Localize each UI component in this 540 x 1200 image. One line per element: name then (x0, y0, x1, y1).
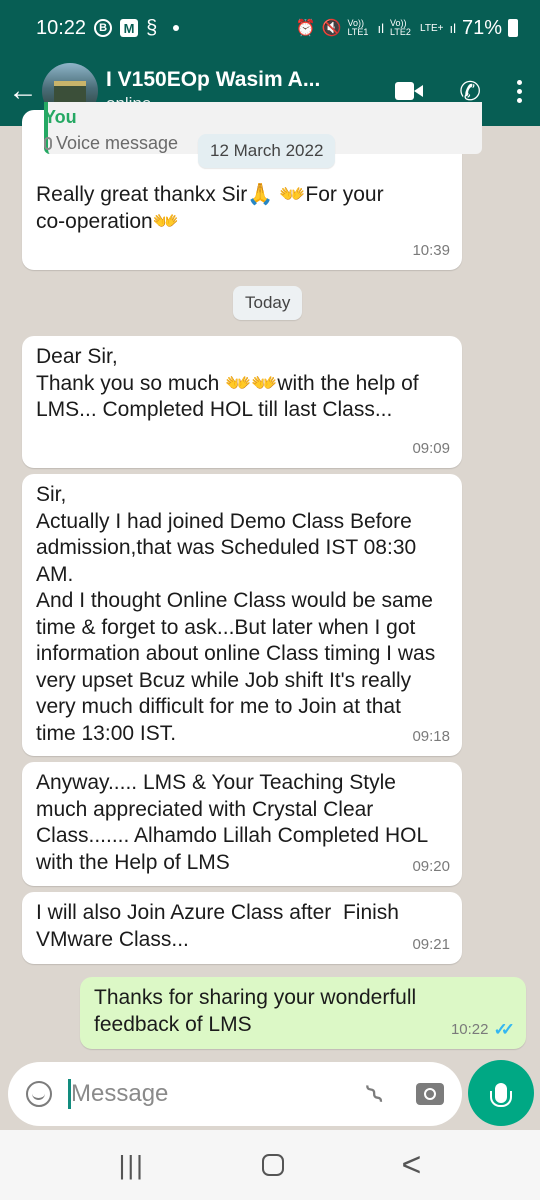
message-time: 09:21 (412, 935, 450, 953)
network-lteplus: LTE+ (420, 22, 444, 34)
quoted-text: Voice message (44, 130, 178, 157)
video-call-icon[interactable] (395, 82, 424, 100)
signal-icon-2: ıl (449, 20, 456, 36)
quoted-author: You (44, 107, 77, 127)
mic-button[interactable] (468, 1060, 534, 1126)
chat-area[interactable]: You Voice message Really great thankx Si… (0, 102, 540, 1056)
mute-icon: 🔇 (321, 20, 342, 37)
message-time-text: 10:22 (450, 1020, 489, 1038)
network-lte1: Vo)) LTE1 (347, 18, 369, 37)
message-box[interactable]: ⌇ (8, 1062, 462, 1126)
message-time: 09:20 (412, 857, 450, 875)
dot-icon (173, 25, 180, 31)
m-square-icon: M (120, 19, 139, 37)
message-bubble-outgoing[interactable]: Thanks for sharing your wonderfull feedb… (80, 977, 526, 1049)
message-bubble-incoming[interactable]: I will also Join Azure Class after Finis… (22, 892, 462, 964)
swiggy-icon: § (146, 16, 158, 39)
message-bubble-incoming[interactable]: Sir, Actually I had joined Demo Class Be… (22, 474, 462, 756)
back-arrow-icon[interactable]: ← (8, 76, 38, 106)
quoted-voice-label: Voice message (56, 133, 179, 153)
camera-icon[interactable] (416, 1083, 444, 1105)
message-input[interactable] (71, 1080, 331, 1108)
message-text: I will also Join Azure Class after Finis… (36, 901, 405, 951)
composer: ⌇ (0, 1058, 540, 1130)
today-pill: Today (233, 286, 303, 320)
attach-icon[interactable]: ⌇ (359, 1077, 391, 1111)
message-time: 10:22 ✓✓ (450, 1017, 515, 1044)
contact-name[interactable]: I V150EOp Wasim A... (106, 68, 366, 92)
message-text: Dear Sir, Thank you so much 👐👐with the h… (36, 345, 419, 421)
home-icon[interactable] (262, 1154, 285, 1176)
message-text: Really great thankx Sir🙏 👐For your co-op… (36, 183, 390, 233)
message-text: Anyway..... LMS & Your Teaching Style mu… (36, 771, 434, 874)
message-bubble-incoming[interactable]: Anyway..... LMS & Your Teaching Style mu… (22, 762, 462, 886)
alarm-icon: ⏰ (295, 20, 316, 37)
mic-icon (490, 1083, 512, 1107)
voice-message-icon (44, 136, 52, 150)
message-text: Sir, Actually I had joined Demo Class Be… (36, 483, 436, 745)
nav-back-icon[interactable]: < (401, 1146, 421, 1185)
message-bubble-incoming[interactable]: Dear Sir, Thank you so much 👐👐with the h… (22, 336, 462, 468)
message-time: 10:39 (412, 241, 450, 259)
read-ticks-icon: ✓✓ (493, 1019, 515, 1039)
b-circle-icon: B (94, 19, 113, 37)
battery-icon (508, 19, 518, 37)
signal-icon: ıl (377, 20, 385, 36)
date-pill: 12 March 2022 (198, 134, 336, 168)
battery-percent: 71% (461, 16, 502, 39)
emoji-icon[interactable] (26, 1081, 52, 1107)
message-time: 09:09 (412, 439, 450, 457)
network-lte2: Vo)) LTE2 (390, 18, 411, 37)
recent-apps-icon[interactable]: ||| (119, 1150, 145, 1181)
message-text: Thanks for sharing your wonderfull feedb… (94, 986, 423, 1036)
message-time: 09:18 (412, 727, 450, 745)
status-bar: 10:22 B M § ⏰ 🔇 Vo)) LTE1 ıl Vo)) LTE2 L… (0, 0, 540, 56)
more-options-icon[interactable] (517, 79, 522, 103)
status-time: 10:22 (36, 16, 87, 39)
system-nav-bar: ||| < (0, 1130, 540, 1200)
